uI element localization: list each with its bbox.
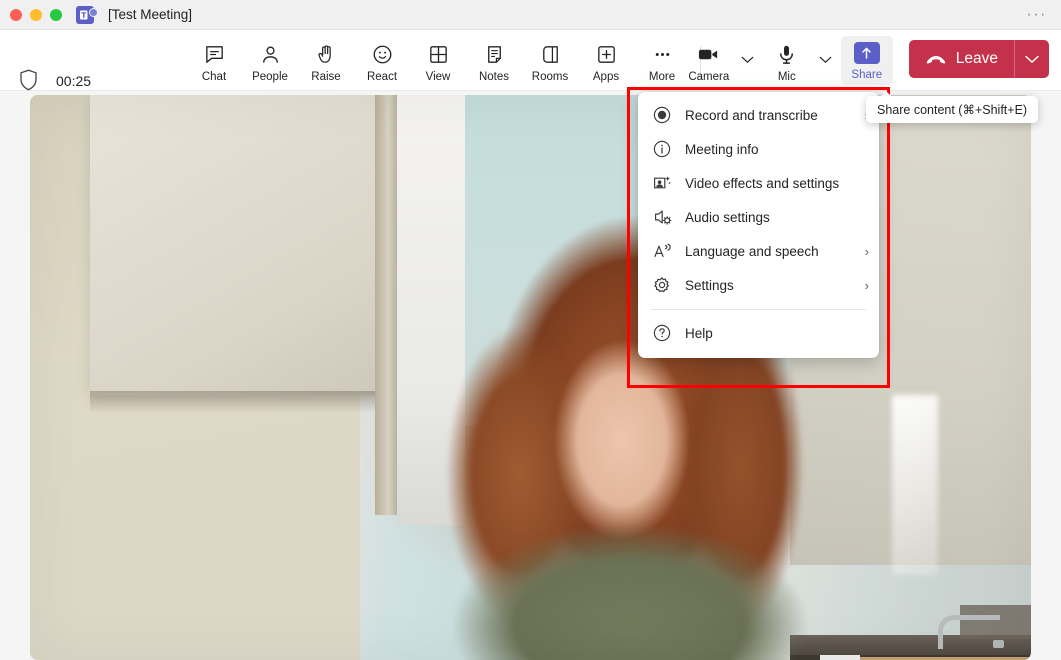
menu-label-audio-settings: Audio settings xyxy=(685,209,770,225)
window-title: [Test Meeting] xyxy=(108,7,193,22)
leave-label: Leave xyxy=(955,50,998,67)
toolbar-button-mic[interactable]: Mic xyxy=(759,36,815,83)
toolbar-label-view: View xyxy=(425,71,451,83)
menu-item-record-and-transcribe[interactable]: Record and transcribe › xyxy=(638,98,879,132)
toolbar-label-mic: Mic xyxy=(777,71,796,83)
video-door-frame xyxy=(375,95,397,515)
toolbar-button-react[interactable]: React xyxy=(354,36,410,83)
window-more-options-icon[interactable]: ··· xyxy=(1027,6,1047,22)
menu-chevron-language-speech: › xyxy=(864,243,869,259)
toolbar-button-people[interactable]: People xyxy=(242,36,298,83)
mic-options-chevron-down-icon[interactable] xyxy=(815,36,837,84)
window-traffic-lights xyxy=(10,8,62,21)
menu-chevron-settings: › xyxy=(864,277,869,293)
more-options-menu: Record and transcribe › Meeting info Vid… xyxy=(638,92,879,358)
toolbar-label-notes: Notes xyxy=(478,71,510,83)
menu-item-language-and-speech[interactable]: Language and speech › xyxy=(638,234,879,268)
camera-icon xyxy=(696,42,721,66)
menu-item-settings[interactable]: Settings › xyxy=(638,268,879,302)
video-effects-icon xyxy=(652,173,672,193)
toolbar-right-group: Camera Mic Share Leave xyxy=(681,36,1049,85)
react-smiley-icon xyxy=(371,42,394,66)
video-stage[interactable] xyxy=(30,95,1031,660)
toolbar-label-apps: Apps xyxy=(592,71,620,83)
gear-icon xyxy=(652,275,672,295)
toolbar-label-share: Share xyxy=(851,69,883,81)
video-cabinet-shadow xyxy=(90,391,380,413)
language-speech-icon xyxy=(652,241,672,261)
menu-label-settings: Settings xyxy=(685,277,734,293)
raise-hand-icon xyxy=(315,42,338,66)
share-up-arrow-icon xyxy=(853,42,880,64)
toolbar-label-camera: Camera xyxy=(688,71,730,83)
record-circle-icon xyxy=(652,105,672,125)
toolbar-center-group: Chat People Raise React View Notes Rooms… xyxy=(186,36,709,83)
toolbar-button-notes[interactable]: Notes xyxy=(466,36,522,83)
toolbar-button-rooms[interactable]: Rooms xyxy=(522,36,578,83)
self-view-video xyxy=(30,95,1031,660)
menu-item-meeting-info[interactable]: Meeting info xyxy=(638,132,879,166)
menu-label-language-and-speech: Language and speech xyxy=(685,243,819,259)
toolbar-label-react: React xyxy=(366,71,398,83)
video-tap xyxy=(938,615,1000,649)
breakout-rooms-icon xyxy=(539,42,562,66)
leave-options-chevron-down-icon[interactable] xyxy=(1015,40,1049,78)
video-window-light xyxy=(892,395,938,575)
toolbar-button-chat[interactable]: Chat xyxy=(186,36,242,83)
menu-label-record-and-transcribe: Record and transcribe xyxy=(685,107,818,123)
notes-icon xyxy=(483,42,506,66)
video-cabinet xyxy=(90,95,380,395)
minimize-window-button[interactable] xyxy=(30,8,42,21)
teams-icon-badge xyxy=(89,7,98,17)
toolbar-button-view[interactable]: View xyxy=(410,36,466,83)
toolbar-label-raise: Raise xyxy=(311,71,341,83)
menu-item-audio-settings[interactable]: Audio settings xyxy=(638,200,879,234)
menu-label-help: Help xyxy=(685,325,713,341)
video-tap-head xyxy=(993,640,1004,648)
info-circle-icon xyxy=(652,139,672,159)
menu-item-video-effects-and-settings[interactable]: Video effects and settings xyxy=(638,166,879,200)
teams-meeting-window: [Test Meeting] ··· 00:25 Chat People Rai… xyxy=(0,0,1061,660)
toolbar-label-rooms: Rooms xyxy=(531,71,569,83)
close-window-button[interactable] xyxy=(10,8,22,21)
toolbar-label-people: People xyxy=(252,71,288,83)
toolbar-label-more: More xyxy=(648,71,676,83)
share-content-tooltip: Share content (⌘+Shift+E) xyxy=(866,91,1039,123)
toolbar-button-apps[interactable]: Apps xyxy=(578,36,634,83)
shield-icon[interactable] xyxy=(19,69,38,91)
toolbar-button-camera[interactable]: Camera xyxy=(681,36,737,83)
microphone-icon xyxy=(775,42,798,66)
camera-options-chevron-down-icon[interactable] xyxy=(737,36,759,84)
chat-icon xyxy=(203,42,226,66)
video-person-sweater xyxy=(430,515,830,660)
people-icon xyxy=(259,42,282,66)
menu-separator xyxy=(651,309,866,310)
toolbar-button-share[interactable]: Share xyxy=(840,36,893,85)
help-circle-icon xyxy=(652,323,672,343)
menu-label-meeting-info: Meeting info xyxy=(685,141,759,157)
leave-meeting-button[interactable]: Leave xyxy=(908,40,1049,78)
meeting-toolbar: 00:25 Chat People Raise React View Notes… xyxy=(0,30,1061,91)
title-bar: [Test Meeting] ··· xyxy=(0,0,1061,30)
leave-main-action[interactable]: Leave xyxy=(909,40,1014,78)
view-grid-icon xyxy=(427,42,450,66)
hangup-icon xyxy=(925,53,947,66)
menu-item-help[interactable]: Help xyxy=(638,316,879,350)
apps-plus-icon xyxy=(595,42,618,66)
meeting-timer: 00:25 xyxy=(56,73,92,89)
more-ellipsis-icon xyxy=(651,42,674,66)
maximize-window-button[interactable] xyxy=(50,8,62,21)
menu-label-video-effects-and-settings: Video effects and settings xyxy=(685,175,840,191)
toolbar-label-chat: Chat xyxy=(201,71,227,83)
audio-settings-icon xyxy=(652,207,672,227)
teams-icon xyxy=(76,5,98,24)
toolbar-button-raise[interactable]: Raise xyxy=(298,36,354,83)
